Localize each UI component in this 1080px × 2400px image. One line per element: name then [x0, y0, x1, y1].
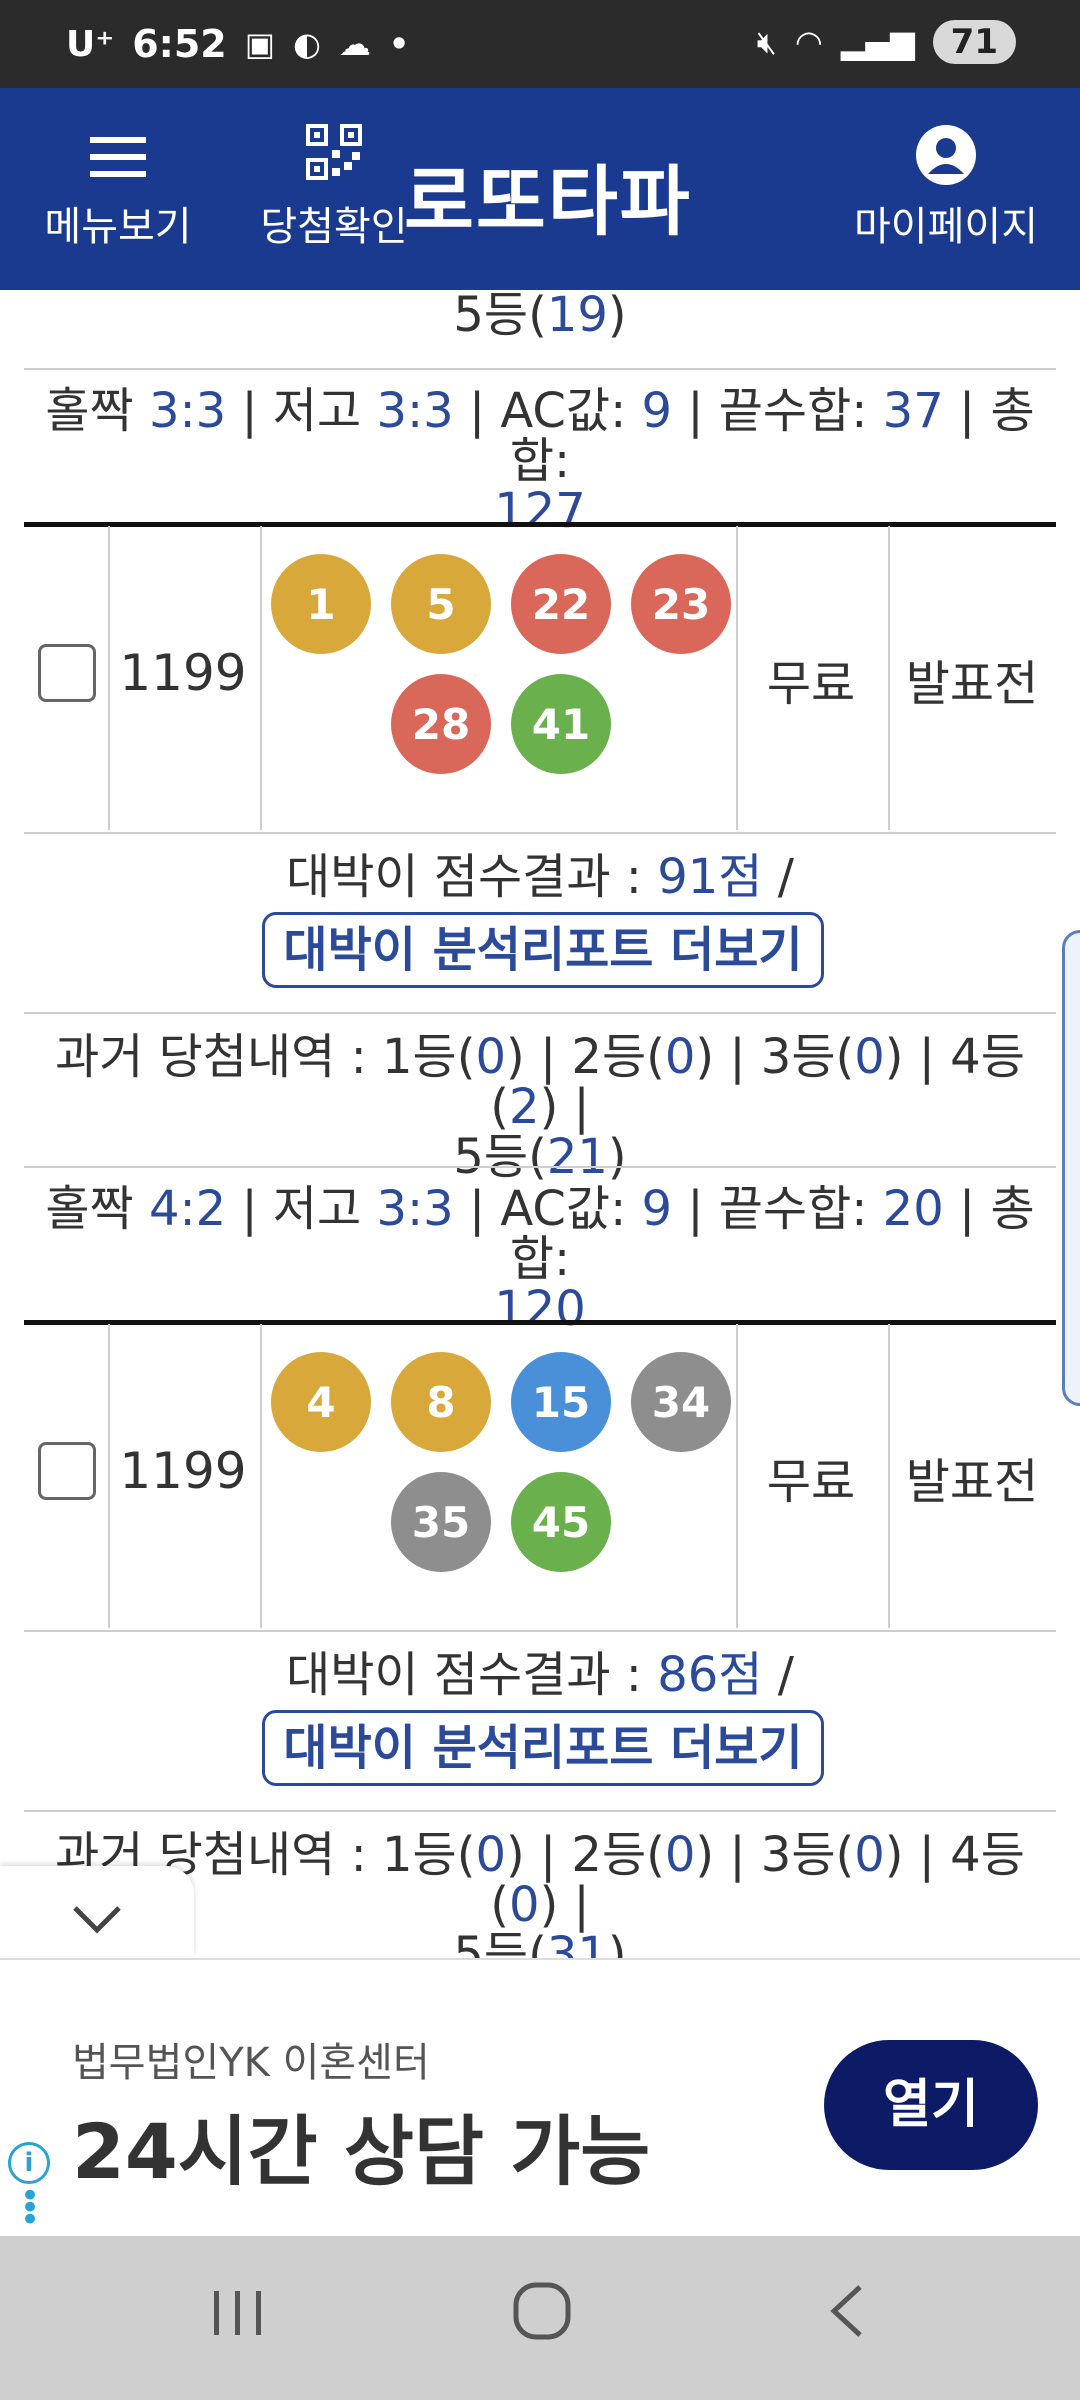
lotto-ball: 28	[391, 674, 491, 774]
clock: 6:52	[132, 22, 227, 66]
check-winning-label: 당첨확인	[260, 204, 408, 250]
divider	[24, 1810, 1056, 1812]
hamburger-icon	[38, 124, 198, 194]
ad-open-button[interactable]: 열기	[824, 2040, 1038, 2170]
lotto-ball: 8	[391, 1352, 491, 1452]
result-status: 발표전	[905, 656, 1039, 712]
site-title[interactable]: 로또타파	[404, 140, 692, 250]
menu-label: 메뉴보기	[44, 204, 192, 250]
ad-headline: 24시간 상담 가능	[72, 2107, 651, 2196]
wifi-icon: ◠	[794, 23, 823, 61]
lotto-ball: 34	[631, 1352, 731, 1452]
pill-icon: ◐	[293, 25, 321, 63]
collapse-ad-button[interactable]	[0, 1866, 194, 1956]
content-area[interactable]: 5등(19) 홀짝 3:3 | 저고 3:3 | AC값: 9 | 끝수합: 3…	[0, 290, 1080, 1970]
lotto-ball: 4	[271, 1352, 371, 1452]
stats-row: 홀짝 3:3 | 저고 3:3 | AC값: 9 | 끝수합: 37 | 총합:…	[45, 383, 1035, 539]
round-number: 1199	[119, 1442, 247, 1500]
ticket-checkbox[interactable]	[38, 1442, 96, 1500]
round-number: 1199	[119, 644, 247, 702]
screenshot-icon: ▣	[244, 25, 275, 63]
stats-row: 홀짝 4:2 | 저고 3:3 | AC값: 9 | 끝수합: 20 | 총합:…	[45, 1181, 1035, 1337]
lotto-ball: 45	[511, 1472, 611, 1572]
app-header: 메뉴보기 당첨확인 로또타파 마이페이지	[0, 88, 1080, 290]
divider	[24, 368, 1056, 370]
fee-label: 무료	[766, 1454, 856, 1510]
lotto-balls: 4 8 15 34 35 45	[264, 1352, 738, 1572]
sheep-icon: ☁	[338, 25, 371, 63]
mypage-label: 마이페이지	[854, 204, 1038, 250]
recent-apps-button[interactable]	[210, 2276, 266, 2358]
home-button[interactable]	[512, 2276, 572, 2358]
qr-code-icon	[254, 124, 414, 194]
ticket-row: 1199 1 5 22 23 28 41 무료 발표전	[24, 526, 1056, 830]
status-bar: U⁺ 6:52 ▣ ◐ ☁ • 🔇︎ ◠ ▂▄▆ 71	[0, 0, 1080, 88]
check-winning-button[interactable]: 당첨확인	[254, 124, 414, 252]
back-button[interactable]	[826, 2276, 866, 2358]
carrier-label: U⁺	[66, 23, 115, 65]
divider	[24, 1630, 1056, 1632]
lotto-ball: 22	[511, 554, 611, 654]
fee-label: 무료	[766, 656, 856, 712]
history-row: 과거 당첨내역 : 1등(0) | 2등(0) | 3등(0) | 4등(2) …	[55, 1029, 1025, 1185]
system-nav-bar	[0, 2236, 1080, 2400]
lotto-ball: 15	[511, 1352, 611, 1452]
side-drawer-tab[interactable]	[1062, 930, 1080, 1406]
divider	[24, 1012, 1056, 1014]
analysis-report-button[interactable]: 대박이 분석리포트 더보기	[262, 912, 824, 988]
lotto-balls: 1 5 22 23 28 41	[264, 554, 738, 774]
lotto-ball: 35	[391, 1472, 491, 1572]
dot-icon: •	[388, 25, 410, 63]
chevron-down-icon	[71, 1883, 123, 1948]
lotto-ball: 5	[391, 554, 491, 654]
ad-banner[interactable]: 법무법인YK 이혼센터 24시간 상담 가능 열기 i • • •	[0, 1958, 1080, 2237]
ad-advertiser: 법무법인YK 이혼센터	[72, 2040, 430, 2086]
analysis-report-button[interactable]: 대박이 분석리포트 더보기	[262, 1710, 824, 1786]
lotto-ball: 23	[631, 554, 731, 654]
more-options-icon[interactable]: • • •	[20, 2179, 40, 2237]
history-rank5-partial: 5등(19)	[453, 290, 627, 343]
lotto-ball: 1	[271, 554, 371, 654]
result-status: 발표전	[905, 1454, 1039, 1510]
menu-button[interactable]: 메뉴보기	[38, 124, 198, 252]
score-result: 대박이 점수결과 : 91점 /	[286, 849, 794, 905]
lotto-ball: 41	[511, 674, 611, 774]
battery-indicator: 71	[932, 20, 1016, 64]
divider	[24, 1166, 1056, 1168]
signal-icon: ▂▄▆	[840, 23, 915, 61]
ticket-row: 1199 4 8 15 34 35 45 무료 발표전	[24, 1324, 1056, 1628]
divider	[24, 832, 1056, 834]
user-icon	[846, 124, 1046, 194]
score-result: 대박이 점수결과 : 86점 /	[286, 1647, 794, 1703]
ticket-checkbox[interactable]	[38, 644, 96, 702]
mute-icon: 🔇︎	[756, 22, 777, 61]
mypage-button[interactable]: 마이페이지	[846, 124, 1046, 252]
